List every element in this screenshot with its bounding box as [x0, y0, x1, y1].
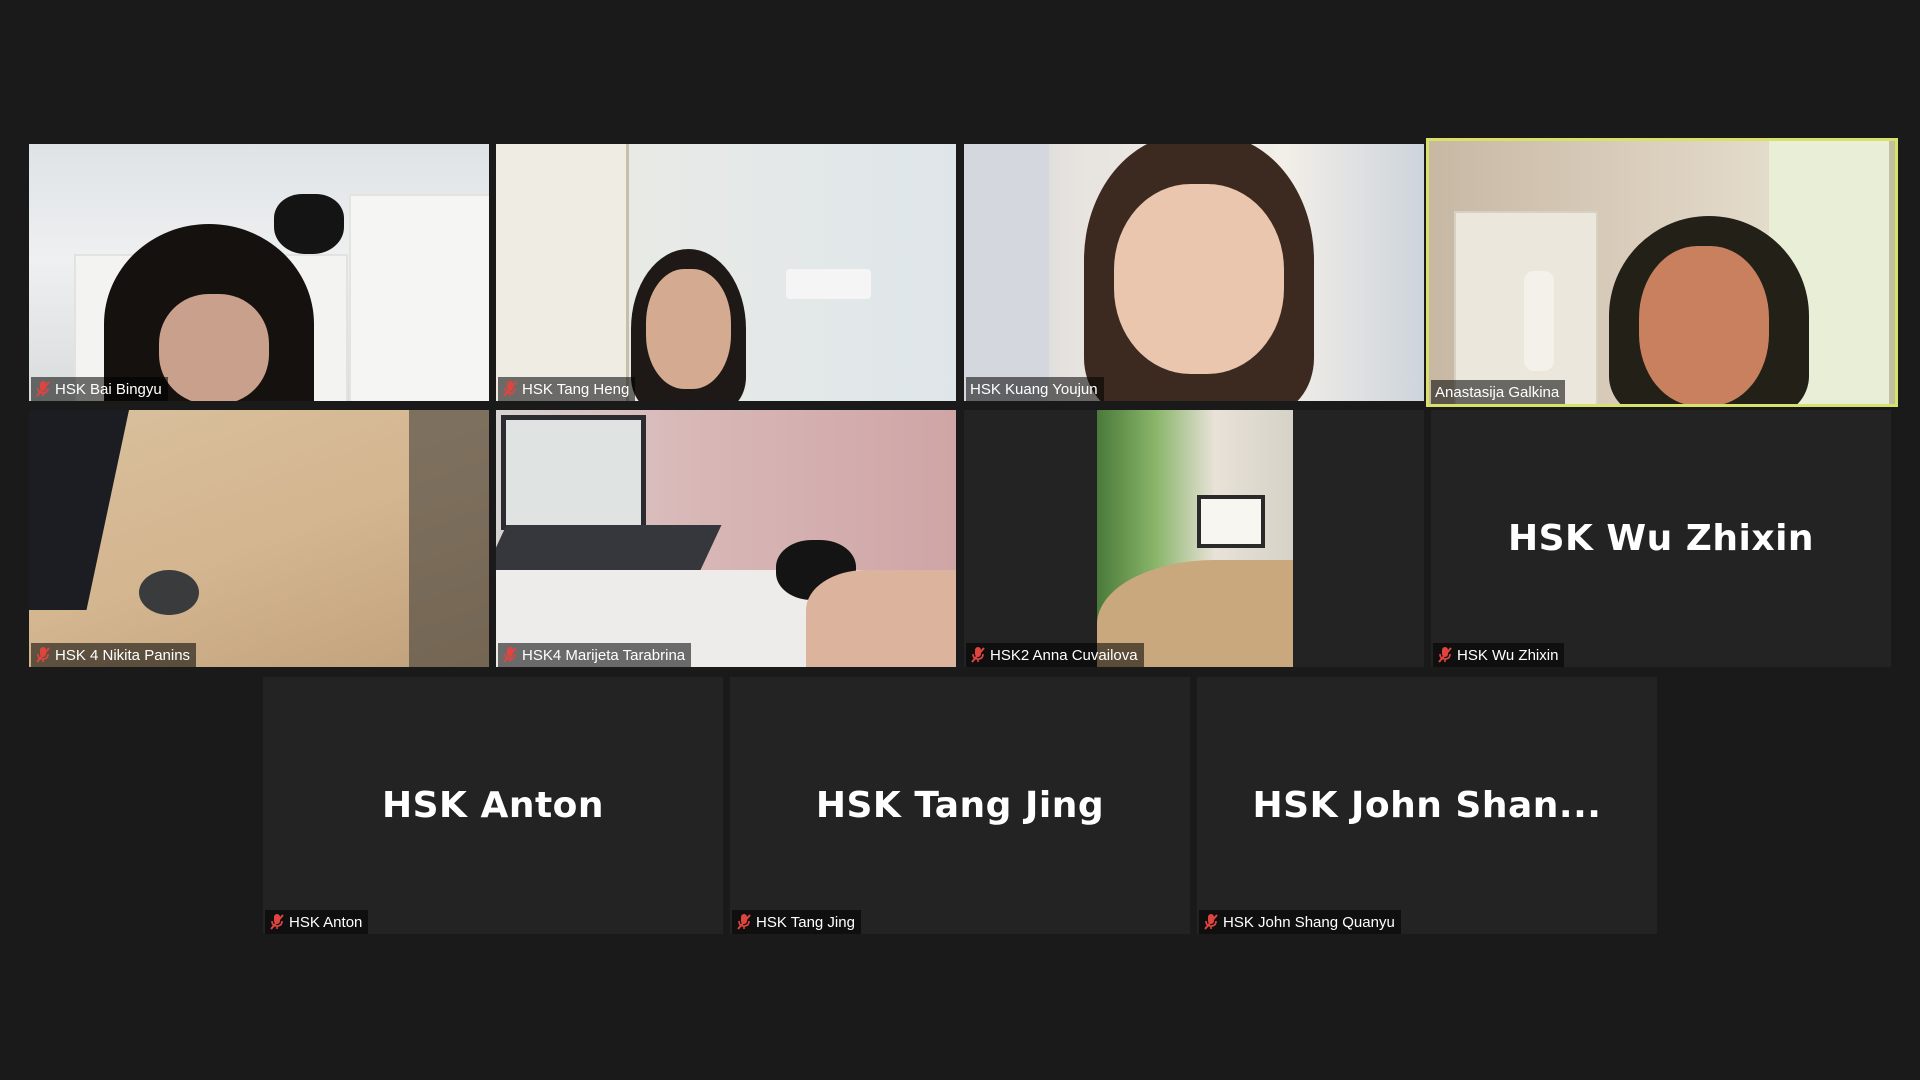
participant-tile[interactable]: HSK Kuang Youjun: [964, 144, 1424, 401]
mic-muted-icon: [1204, 914, 1218, 930]
participant-tile-active-speaker[interactable]: Anastasija Galkina: [1426, 138, 1898, 407]
participant-tile[interactable]: HSK2 Anna Cuvailova: [964, 410, 1424, 667]
participant-name: HSK Anton: [289, 913, 363, 931]
participant-tile[interactable]: HSK Tang Jing HSK Tang Jing: [730, 677, 1190, 934]
participant-video: [496, 144, 956, 401]
mic-muted-icon: [737, 914, 751, 930]
participant-name: HSK Bai Bingyu: [55, 380, 162, 398]
participant-video: [29, 410, 489, 667]
participant-video: [29, 144, 489, 401]
participant-tile[interactable]: HSK Wu Zhixin HSK Wu Zhixin: [1431, 410, 1891, 667]
participant-name-tag: HSK4 Marijeta Tarabrina: [498, 643, 692, 667]
participant-name-tag: HSK Anton: [265, 910, 369, 934]
participant-name: HSK John Shang Quanyu: [1223, 913, 1395, 931]
participant-video: [496, 410, 956, 667]
mic-muted-icon: [971, 647, 985, 663]
mic-muted-icon: [36, 647, 50, 663]
participant-tile[interactable]: HSK Bai Bingyu: [29, 144, 489, 401]
participant-tile[interactable]: HSK Tang Heng: [496, 144, 956, 401]
participant-name: HSK4 Marijeta Tarabrina: [522, 646, 686, 664]
participant-name: HSK Tang Heng: [522, 380, 630, 398]
participant-name-tag: HSK2 Anna Cuvailova: [966, 643, 1144, 667]
participant-video: [1429, 141, 1895, 404]
participant-video: [964, 144, 1424, 401]
participant-name: HSK Kuang Youjun: [970, 380, 1098, 398]
mic-muted-icon: [36, 381, 50, 397]
participant-tile[interactable]: HSK John Shan... HSK John Shang Quanyu: [1197, 677, 1657, 934]
participant-name-tag: Anastasija Galkina: [1431, 380, 1566, 404]
mic-muted-icon: [1438, 647, 1452, 663]
participant-name-tag: HSK Tang Jing: [732, 910, 861, 934]
participant-name-tag: HSK Wu Zhixin: [1433, 643, 1565, 667]
mic-muted-icon: [270, 914, 284, 930]
participant-tile[interactable]: HSK 4 Nikita Panins: [29, 410, 489, 667]
participant-display-name: HSK Tang Jing: [815, 785, 1105, 826]
participant-name: HSK Wu Zhixin: [1457, 646, 1559, 664]
mic-muted-icon: [503, 647, 517, 663]
participant-tile[interactable]: HSK Anton HSK Anton: [263, 677, 723, 934]
participant-display-name: HSK Wu Zhixin: [1507, 518, 1815, 559]
participant-name: HSK2 Anna Cuvailova: [990, 646, 1138, 664]
participant-name-tag: HSK John Shang Quanyu: [1199, 910, 1401, 934]
participant-display-name: HSK Anton: [381, 785, 605, 826]
mic-muted-icon: [503, 381, 517, 397]
participant-tile[interactable]: HSK4 Marijeta Tarabrina: [496, 410, 956, 667]
participant-name-tag: HSK Kuang Youjun: [966, 377, 1104, 401]
participant-name: HSK Tang Jing: [756, 913, 855, 931]
participant-name: Anastasija Galkina: [1435, 383, 1560, 401]
participant-video: [964, 410, 1424, 667]
participant-name: HSK 4 Nikita Panins: [55, 646, 191, 664]
participant-name-tag: HSK Bai Bingyu: [31, 377, 168, 401]
participant-name-tag: HSK 4 Nikita Panins: [31, 643, 197, 667]
participant-name-tag: HSK Tang Heng: [498, 377, 636, 401]
gallery-view: HSK Bai Bingyu HSK Tang Heng HSK Kuang Y…: [0, 0, 1920, 1080]
participant-display-name: HSK John Shan...: [1252, 785, 1602, 826]
